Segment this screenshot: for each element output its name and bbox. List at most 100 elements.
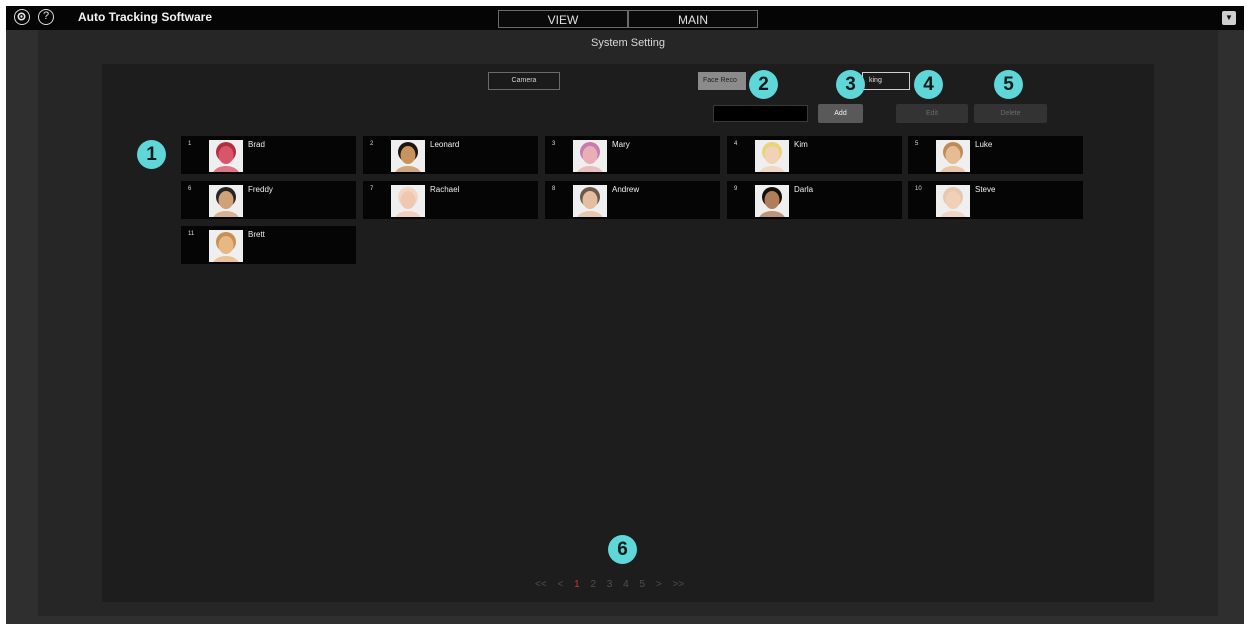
face-name: Darla (794, 185, 814, 194)
face-name: Mary (612, 140, 630, 149)
face-name: Freddy (248, 185, 273, 194)
face-number: 6 (188, 186, 192, 192)
portrait-shoulders (577, 211, 603, 217)
face-photo (209, 140, 243, 172)
portrait-shoulders (940, 211, 966, 217)
callout-marker: 2 (749, 70, 778, 99)
face-number: 10 (915, 186, 922, 192)
face-card[interactable]: 5 Luke (908, 136, 1083, 174)
portrait-image (213, 187, 239, 217)
face-card[interactable]: 11 Brett (181, 226, 356, 264)
portrait-face (400, 191, 416, 209)
callout-marker: 4 (914, 70, 943, 99)
portrait-shoulders (395, 211, 421, 217)
face-photo (936, 140, 970, 172)
pagination: << < 1 2 3 4 5 > >> (535, 579, 692, 590)
face-card[interactable]: 8 Andrew (545, 181, 720, 219)
callout-marker: 3 (836, 70, 865, 99)
portrait-shoulders (395, 166, 421, 172)
face-card[interactable]: 3 Mary (545, 136, 720, 174)
face-number: 3 (552, 141, 556, 147)
edit-button[interactable]: Edit (896, 104, 968, 123)
portrait-face (764, 191, 780, 209)
face-number: 4 (734, 141, 738, 147)
portrait-image (577, 187, 603, 217)
portrait-image (940, 187, 966, 217)
next-page-link[interactable]: > (656, 579, 662, 590)
portrait-face (400, 146, 416, 164)
portrait-image (395, 187, 421, 217)
face-number: 7 (370, 186, 374, 192)
face-number: 9 (734, 186, 738, 192)
portrait-shoulders (759, 211, 785, 217)
portrait-shoulders (940, 166, 966, 172)
portrait-face (218, 146, 234, 164)
portrait-image (213, 232, 239, 262)
face-photo (755, 185, 789, 217)
face-photo (209, 185, 243, 217)
face-card[interactable]: 2 Leonard (363, 136, 538, 174)
face-number: 2 (370, 141, 374, 147)
help-icon[interactable]: ? (38, 9, 54, 25)
portrait-image (395, 142, 421, 172)
tab-face-recognition[interactable]: Face Reco (698, 72, 746, 90)
portrait-face (582, 146, 598, 164)
face-card[interactable]: 7 Rachael (363, 181, 538, 219)
face-card[interactable]: 10 Steve (908, 181, 1083, 219)
last-page-link[interactable]: >> (672, 579, 684, 590)
gear-icon-glyph (17, 12, 26, 21)
name-input[interactable] (713, 105, 808, 122)
tab-view[interactable]: VIEW (498, 10, 628, 28)
page-link-current[interactable]: 1 (574, 579, 580, 590)
face-name: Leonard (430, 140, 460, 149)
portrait-image (940, 142, 966, 172)
face-card[interactable]: 6 Freddy (181, 181, 356, 219)
portrait-image (759, 187, 785, 217)
portrait-face (764, 146, 780, 164)
face-name: Steve (975, 185, 996, 194)
callout-marker: 1 (137, 140, 166, 169)
portrait-face (582, 191, 598, 209)
face-name: Luke (975, 140, 993, 149)
tab-main[interactable]: MAIN (628, 10, 758, 28)
face-photo (573, 140, 607, 172)
prev-page-link[interactable]: < (557, 579, 563, 590)
face-card[interactable]: 9 Darla (727, 181, 902, 219)
portrait-shoulders (759, 166, 785, 172)
add-button[interactable]: Add (818, 104, 863, 123)
face-card[interactable]: 1 Brad (181, 136, 356, 174)
page-link[interactable]: 5 (639, 579, 645, 590)
dropdown-icon[interactable]: ▼ (1222, 11, 1236, 25)
portrait-image (759, 142, 785, 172)
portrait-shoulders (577, 166, 603, 172)
portrait-face (218, 236, 234, 254)
page-title: System Setting (591, 37, 665, 49)
first-page-link[interactable]: << (535, 579, 547, 590)
delete-button[interactable]: Delete (974, 104, 1047, 123)
portrait-image (577, 142, 603, 172)
face-number: 8 (552, 186, 556, 192)
portrait-shoulders (213, 166, 239, 172)
callout-marker: 5 (994, 70, 1023, 99)
face-name: Rachael (430, 185, 460, 194)
face-number: 1 (188, 141, 192, 147)
face-name: Brett (248, 230, 265, 239)
portrait-face (945, 191, 961, 209)
gear-icon[interactable] (14, 9, 30, 25)
title-bar: ? Auto Tracking Software VIEW MAIN ▼ (6, 6, 1244, 30)
face-card[interactable]: 4 Kim (727, 136, 902, 174)
tab-tracking[interactable]: king (862, 72, 910, 90)
portrait-shoulders (213, 211, 239, 217)
portrait-image (213, 142, 239, 172)
page-link[interactable]: 4 (623, 579, 629, 590)
portrait-face (945, 146, 961, 164)
face-photo (573, 185, 607, 217)
face-number: 11 (188, 231, 195, 237)
callout-marker: 6 (608, 535, 637, 564)
tab-camera[interactable]: Camera (488, 72, 560, 90)
page-link[interactable]: 3 (607, 579, 613, 590)
app-title: Auto Tracking Software (78, 10, 213, 24)
page-link[interactable]: 2 (590, 579, 596, 590)
face-photo (391, 140, 425, 172)
face-photo (755, 140, 789, 172)
